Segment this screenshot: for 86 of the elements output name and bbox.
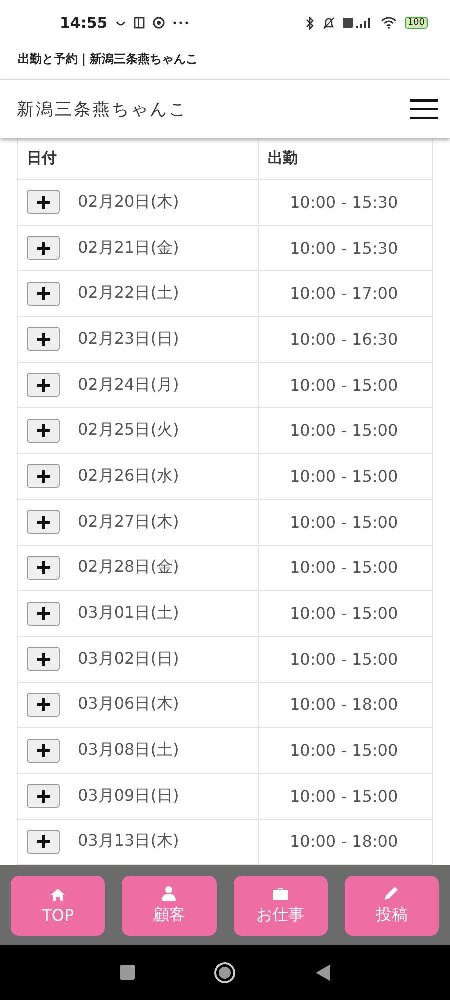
status-time: 14:55 <box>60 14 108 32</box>
date-cell: 02月24日(月) <box>78 374 180 396</box>
more-icon <box>172 21 189 25</box>
date-cell: 02月22日(土) <box>78 283 180 304</box>
expand-button[interactable] <box>27 556 60 580</box>
person-icon <box>162 886 176 901</box>
expand-button[interactable] <box>27 373 60 398</box>
date-cell: 02月28日(金) <box>78 557 180 578</box>
date-cell: 02月27日(木) <box>78 512 180 533</box>
expand-button[interactable] <box>27 784 60 808</box>
bell-off-icon <box>322 16 335 30</box>
expand-button[interactable] <box>27 510 60 534</box>
date-cell: 03月02日(日) <box>78 648 180 670</box>
site-name: 新潟三条燕ちゃんこ <box>17 98 188 120</box>
plus-icon <box>37 790 50 803</box>
expand-button[interactable] <box>27 418 60 443</box>
hours-cell: 10:00 - 15:00 <box>290 604 398 624</box>
expand-button[interactable] <box>27 830 60 854</box>
nav-button[interactable]: TOP <box>11 876 106 936</box>
expand-button[interactable] <box>27 602 60 626</box>
date-cell: 03月09日(日) <box>78 786 180 807</box>
wifi-icon <box>380 17 397 29</box>
plus-icon <box>37 242 50 255</box>
plus-icon <box>37 196 50 209</box>
column-header: 日付 <box>27 149 57 168</box>
plus-icon <box>37 835 50 848</box>
hours-cell: 10:00 - 15:00 <box>290 558 398 578</box>
date-cell: 02月21日(金) <box>78 238 180 259</box>
home-icon <box>50 888 66 902</box>
hours-cell: 10:00 - 15:00 <box>290 650 398 669</box>
hours-cell: 10:00 - 15:00 <box>290 512 398 532</box>
nav-button[interactable]: お仕事 <box>234 876 328 936</box>
signal-icon <box>342 17 373 29</box>
pencil-icon <box>384 886 400 901</box>
document-icon <box>134 17 145 29</box>
hours-cell: 10:00 - 15:00 <box>290 786 398 806</box>
hours-cell: 10:00 - 18:00 <box>290 832 398 852</box>
hours-cell: 10:00 - 17:00 <box>290 284 398 304</box>
plus-icon <box>37 744 50 758</box>
bluetooth-icon <box>306 16 315 30</box>
browser-icon <box>152 17 165 29</box>
expand-button[interactable] <box>27 236 60 260</box>
date-cell: 03月01日(土) <box>78 603 180 624</box>
date-cell: 02月25日(火) <box>78 420 180 442</box>
expand-button[interactable] <box>27 282 60 306</box>
menu-button[interactable] <box>410 99 438 119</box>
date-cell: 03月13日(木) <box>78 831 180 852</box>
date-cell: 03月08日(土) <box>78 740 180 762</box>
date-cell: 02月23日(日) <box>78 328 180 350</box>
plus-icon <box>37 424 50 438</box>
plus-icon <box>37 470 50 483</box>
expand-button[interactable] <box>27 327 60 352</box>
plus-icon <box>37 378 50 392</box>
plus-icon <box>37 698 50 712</box>
expand-button[interactable] <box>27 190 60 214</box>
hours-cell: 10:00 - 15:00 <box>290 466 398 486</box>
briefcase-icon <box>272 886 290 900</box>
hours-cell: 10:00 - 18:00 <box>290 695 398 714</box>
hours-cell: 10:00 - 16:30 <box>290 330 398 349</box>
plus-icon <box>37 561 50 574</box>
hours-cell: 10:00 - 15:30 <box>290 192 398 212</box>
expand-button[interactable] <box>27 647 60 672</box>
date-cell: 03月06日(木) <box>78 694 180 716</box>
date-cell: 02月20日(木) <box>78 192 180 213</box>
expand-button[interactable] <box>27 692 60 717</box>
expand-button[interactable] <box>27 464 60 488</box>
battery-level: 100 <box>404 17 428 29</box>
column-header: 出勤 <box>268 149 298 168</box>
page-title: 出勤と予約｜新潟三条燕ちゃんこ <box>18 51 198 68</box>
home-circle-icon[interactable] <box>214 962 236 984</box>
plus-icon <box>37 287 50 300</box>
back-icon[interactable] <box>316 964 330 980</box>
hours-cell: 10:00 - 15:00 <box>290 421 398 440</box>
plus-icon <box>37 607 50 620</box>
hours-cell: 10:00 - 15:00 <box>290 741 398 760</box>
plus-icon <box>37 652 50 666</box>
hours-cell: 10:00 - 15:30 <box>290 238 398 258</box>
plus-icon <box>37 332 50 346</box>
smile-icon <box>116 19 126 27</box>
recents-icon[interactable] <box>120 965 135 980</box>
nav-button[interactable]: 顧客 <box>122 876 216 936</box>
nav-button[interactable]: 投稿 <box>344 876 439 936</box>
expand-button[interactable] <box>27 738 60 763</box>
date-cell: 02月26日(水) <box>78 466 180 487</box>
plus-icon <box>37 516 50 529</box>
hours-cell: 10:00 - 15:00 <box>290 376 398 395</box>
